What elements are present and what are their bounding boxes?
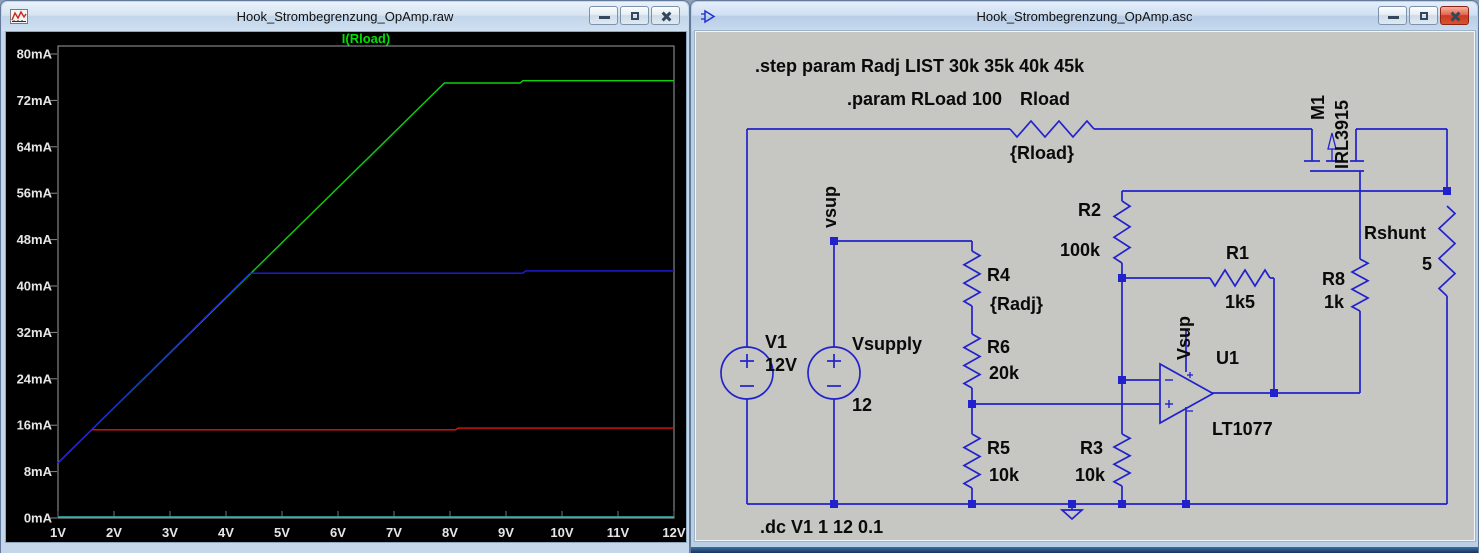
waveform-window: Hook_Strombegrenzung_OpAmp.raw I(Rload) 0… xyxy=(0,0,690,553)
waveform-window-title: Hook_Strombegrenzung_OpAmp.raw xyxy=(236,9,454,24)
restore-icon xyxy=(631,12,639,20)
y-tick-label: 72mA xyxy=(17,93,53,108)
label-r8-name[interactable]: R8 xyxy=(1322,269,1345,289)
label-u1-value[interactable]: LT1077 xyxy=(1212,419,1273,439)
close-button[interactable] xyxy=(651,6,680,25)
minimize-icon xyxy=(1388,16,1399,19)
label-r5-name[interactable]: R5 xyxy=(987,438,1010,458)
junction-dot xyxy=(1443,187,1451,195)
y-tick-label: 0mA xyxy=(24,511,53,526)
x-tick-label: 6V xyxy=(330,525,346,540)
minimize-button[interactable] xyxy=(589,6,618,25)
label-r2-value[interactable]: 100k xyxy=(1060,240,1101,260)
label-r3-name[interactable]: R3 xyxy=(1080,438,1103,458)
x-tick-label: 10V xyxy=(550,525,573,540)
label-rload-value[interactable]: {Rload} xyxy=(1010,143,1074,163)
label-rload-name[interactable]: Rload xyxy=(1020,89,1070,109)
junction-dot xyxy=(1118,376,1126,384)
junction-dot xyxy=(1118,500,1126,508)
close-button[interactable] xyxy=(1440,6,1469,25)
desktop: Hook_Strombegrenzung_OpAmp.raw I(Rload) 0… xyxy=(0,0,1479,553)
label-vsupply-name[interactable]: Vsupply xyxy=(852,334,922,354)
label-r5-value[interactable]: 10k xyxy=(989,465,1020,485)
waveform-icon[interactable] xyxy=(10,9,28,24)
label-u1-name[interactable]: U1 xyxy=(1216,348,1239,368)
x-tick-label: 11V xyxy=(607,525,630,540)
directive-param-directive[interactable]: .param RLoad 100 xyxy=(847,89,1002,109)
label-r1-name[interactable]: R1 xyxy=(1226,243,1249,263)
x-tick-label: 12V xyxy=(662,525,685,540)
junction-dot xyxy=(968,500,976,508)
junction-dot xyxy=(1182,500,1190,508)
directive-step-directive[interactable]: .step param Radj LIST 30k 35k 40k 45k xyxy=(755,56,1085,76)
y-tick-label: 40mA xyxy=(17,279,53,294)
label-r2-name[interactable]: R2 xyxy=(1078,200,1101,220)
x-tick-label: 2V xyxy=(106,525,122,540)
ground-symbol[interactable] xyxy=(1059,509,1085,521)
x-tick-label: 3V xyxy=(162,525,178,540)
label-rshunt-name[interactable]: Rshunt xyxy=(1364,223,1426,243)
junction-dot xyxy=(830,500,838,508)
resistor-R8[interactable] xyxy=(1350,258,1370,312)
junction-dot xyxy=(1068,500,1076,508)
directive-dc-directive[interactable]: .dc V1 1 12 0.1 xyxy=(760,517,883,537)
restore-button[interactable] xyxy=(1409,6,1438,25)
resistor-R2[interactable] xyxy=(1112,200,1132,264)
resistor-R4[interactable] xyxy=(962,250,982,307)
schematic-canvas[interactable]: .step param Radj LIST 30k 35k 40k 45k .pa… xyxy=(694,30,1476,542)
waveform-pane[interactable]: I(Rload) 0mA 8mA 16mA 24mA 32mA 40mA 48mA 56mA 64… xyxy=(5,31,687,543)
minimize-button[interactable] xyxy=(1378,6,1407,25)
label-r3-value[interactable]: 10k xyxy=(1075,465,1106,485)
label-rshunt-value[interactable]: 5 xyxy=(1422,254,1432,274)
junction-dot xyxy=(968,400,976,408)
y-tick-label: 48mA xyxy=(17,232,53,247)
y-tick-label: 24mA xyxy=(17,371,53,386)
label-vsupply-value[interactable]: 12 xyxy=(852,395,872,415)
label-m1-value[interactable]: IRL3915 xyxy=(1332,100,1352,169)
resistor-Rload[interactable] xyxy=(1009,119,1095,139)
label-r6-name[interactable]: R6 xyxy=(987,337,1010,357)
minimize-icon xyxy=(599,16,610,19)
label-r4-name[interactable]: R4 xyxy=(987,265,1010,285)
junction-dot xyxy=(830,237,838,245)
resistor-R5[interactable] xyxy=(962,433,982,489)
y-tick-label: 8mA xyxy=(24,464,53,479)
x-tick-label: 7V xyxy=(386,525,402,540)
label-v1-value[interactable]: 12V xyxy=(765,355,797,375)
plot-title: I(Rload) xyxy=(342,32,390,46)
resistor-R3[interactable] xyxy=(1112,433,1132,487)
junction-dot xyxy=(1118,274,1126,282)
label-r8-value[interactable]: 1k xyxy=(1324,292,1345,312)
schematic-window-title: Hook_Strombegrenzung_OpAmp.asc xyxy=(976,9,1193,24)
resistor-Rshunt[interactable] xyxy=(1437,205,1457,297)
junction-dot xyxy=(1270,389,1278,397)
y-tick-label: 80mA xyxy=(17,47,53,62)
restore-button[interactable] xyxy=(620,6,649,25)
y-tick-label: 32mA xyxy=(17,325,53,340)
label-r6-value[interactable]: 20k xyxy=(989,363,1020,383)
schematic-window-titlebar[interactable]: Hook_Strombegrenzung_OpAmp.asc xyxy=(692,2,1477,31)
label-v1-name[interactable]: V1 xyxy=(765,332,787,352)
resistor-R1[interactable] xyxy=(1209,268,1271,288)
x-tick-label: 8V xyxy=(442,525,458,540)
window-bottom-edge xyxy=(691,547,1478,553)
plot-background xyxy=(6,32,686,542)
x-tick-label: 5V xyxy=(274,525,290,540)
label-r4-value[interactable]: {Radj} xyxy=(990,294,1043,314)
label-vsup-net-label-opamp[interactable]: Vsup xyxy=(1174,316,1194,360)
label-m1-name[interactable]: M1 xyxy=(1308,95,1328,120)
schematic-window: Hook_Strombegrenzung_OpAmp.asc .step par… xyxy=(690,0,1479,553)
x-tick-label: 9V xyxy=(498,525,514,540)
resistor-R6[interactable] xyxy=(962,333,982,389)
label-vsup-net-label-source[interactable]: vsup xyxy=(820,186,840,228)
x-tick-label: 4V xyxy=(218,525,234,540)
x-tick-label: 1V xyxy=(50,525,66,540)
y-tick-label: 64mA xyxy=(17,139,53,154)
waveform-window-titlebar[interactable]: Hook_Strombegrenzung_OpAmp.raw xyxy=(2,2,688,31)
y-tick-label: 16mA xyxy=(17,418,53,433)
restore-icon xyxy=(1420,12,1428,20)
y-tick-label: 56mA xyxy=(17,186,53,201)
opamp-icon[interactable] xyxy=(700,9,718,24)
label-r1-value[interactable]: 1k5 xyxy=(1225,292,1255,312)
